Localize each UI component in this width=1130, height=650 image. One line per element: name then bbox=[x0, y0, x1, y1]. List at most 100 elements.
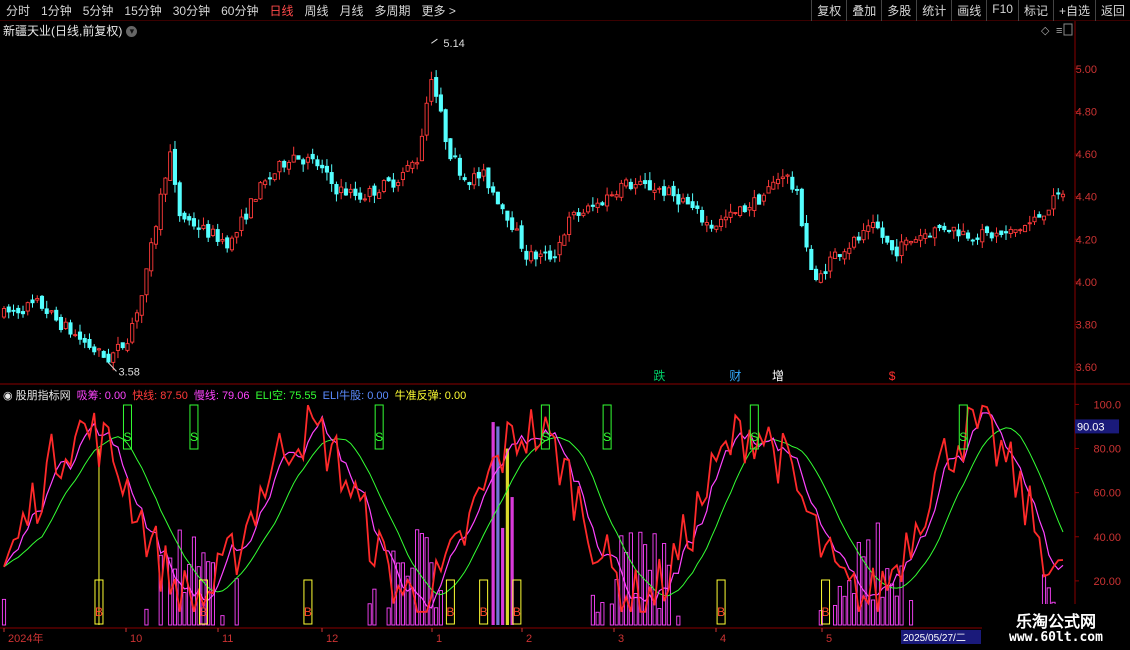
candle-body-29 bbox=[139, 295, 144, 316]
candle-51 bbox=[244, 207, 249, 225]
candle-190 bbox=[904, 237, 909, 251]
indicator-series-label-5: 牛准反弹: 0.00 bbox=[394, 390, 467, 402]
min-marker bbox=[108, 362, 117, 372]
candle-body-146 bbox=[695, 205, 700, 209]
candle-122 bbox=[581, 208, 586, 218]
candle-body-101 bbox=[481, 169, 486, 177]
candle-body-19 bbox=[92, 346, 97, 353]
candle-body-173 bbox=[823, 271, 828, 274]
candle-125 bbox=[595, 198, 600, 213]
candle-body-215 bbox=[1022, 225, 1028, 233]
candle-138 bbox=[657, 186, 662, 194]
stock-title[interactable]: 新疆天业(日线,前复权) ▾ bbox=[3, 22, 138, 39]
accumulation-bar-78 bbox=[372, 588, 377, 626]
candle-56 bbox=[267, 172, 272, 186]
candle-body-22 bbox=[106, 353, 111, 363]
candle-187 bbox=[889, 240, 895, 255]
chevron-down-icon[interactable]: ▾ bbox=[126, 26, 138, 38]
candle-body-203 bbox=[965, 232, 971, 239]
candle-192 bbox=[913, 236, 918, 243]
candle-body-210 bbox=[999, 230, 1004, 235]
candle-body-66 bbox=[315, 159, 320, 167]
candle-205 bbox=[975, 233, 980, 245]
candle-body-204 bbox=[970, 239, 975, 242]
candle-10 bbox=[49, 310, 54, 315]
candle-body-17 bbox=[82, 337, 87, 343]
accumulation-bar-182 bbox=[866, 539, 871, 626]
indicator-tick-label-3: 40.00 bbox=[1093, 532, 1121, 544]
candle-176 bbox=[837, 254, 842, 261]
candle-145 bbox=[690, 193, 695, 211]
candle-103 bbox=[491, 182, 496, 196]
candle-116 bbox=[552, 249, 557, 263]
candle-175 bbox=[833, 248, 838, 259]
candle-body-144 bbox=[685, 196, 690, 205]
candle-93 bbox=[443, 108, 448, 150]
candle-104 bbox=[495, 191, 500, 205]
candle-body-63 bbox=[301, 159, 306, 165]
candle-130 bbox=[619, 179, 624, 202]
date-highlight: 2025/05/27/二 bbox=[903, 633, 966, 644]
candle-body-113 bbox=[538, 253, 543, 257]
candle-64 bbox=[305, 153, 310, 170]
accumulation-bar-178 bbox=[847, 580, 852, 626]
accumulation-bar-81 bbox=[386, 607, 391, 626]
candle-body-182 bbox=[866, 225, 871, 232]
candle-body-174 bbox=[828, 256, 833, 272]
candle-167 bbox=[795, 185, 800, 195]
candle-body-69 bbox=[329, 172, 334, 185]
candle-body-79 bbox=[377, 192, 382, 199]
candle-94 bbox=[448, 138, 453, 161]
candle-29 bbox=[139, 295, 144, 324]
candle-body-78 bbox=[372, 185, 377, 196]
accumulation-bar-185 bbox=[880, 596, 885, 626]
candle-body-0 bbox=[1, 308, 7, 318]
date-tick-label-7: 4 bbox=[720, 633, 726, 645]
candle-body-116 bbox=[552, 256, 557, 259]
candle-154 bbox=[733, 212, 738, 216]
candle-153 bbox=[728, 203, 733, 223]
candle-body-216 bbox=[1027, 222, 1032, 225]
candle-body-91 bbox=[434, 77, 439, 97]
accumulation-bar-188 bbox=[894, 595, 899, 626]
candle-body-126 bbox=[600, 202, 605, 206]
indicator-tick-label-1: 80.00 bbox=[1093, 444, 1121, 456]
date-tick-label-6: 3 bbox=[618, 633, 624, 645]
price-tick-label-2: 4.60 bbox=[1076, 149, 1097, 161]
date-tick-label-8: 5 bbox=[826, 633, 832, 645]
candle-body-70 bbox=[334, 184, 339, 195]
candle-191 bbox=[908, 240, 914, 246]
candle-113 bbox=[538, 249, 543, 264]
candle-body-127 bbox=[605, 194, 610, 207]
candle-body-9 bbox=[44, 308, 49, 314]
accumulation-bar-91 bbox=[434, 607, 439, 626]
candle-body-118 bbox=[562, 234, 567, 246]
candle-179 bbox=[851, 235, 857, 250]
candle-body-214 bbox=[1018, 229, 1023, 232]
candle-body-110 bbox=[524, 250, 529, 260]
candle-221 bbox=[1051, 188, 1056, 216]
candle-body-96 bbox=[457, 157, 462, 176]
accumulation-bar-187 bbox=[889, 583, 895, 626]
candle-119 bbox=[567, 211, 572, 242]
candle-25 bbox=[120, 342, 125, 350]
candle-159 bbox=[757, 193, 762, 205]
date-tick-label-4: 1 bbox=[436, 633, 442, 645]
candle-body-119 bbox=[567, 216, 572, 235]
candle-body-18 bbox=[87, 338, 92, 348]
candle-139 bbox=[662, 179, 667, 202]
candle-body-198 bbox=[942, 225, 947, 231]
candle-97 bbox=[462, 173, 467, 182]
candle-36 bbox=[172, 140, 178, 193]
candle-137 bbox=[652, 182, 657, 201]
event-label-3: $ bbox=[889, 369, 896, 383]
candle-217 bbox=[1032, 210, 1037, 225]
candle-88 bbox=[419, 128, 424, 162]
accumulation-bar-183 bbox=[870, 599, 876, 626]
price-tick-label-0: 5.00 bbox=[1076, 64, 1097, 76]
candle-body-40 bbox=[191, 218, 197, 227]
candle-31 bbox=[149, 237, 154, 277]
chart-canvas[interactable]: 5.14 3.58 跌 财 增 $ 5.00 4.80 4.60 4.40 4.20 4.00 3.8… bbox=[0, 0, 1130, 650]
candle-body-38 bbox=[182, 212, 187, 220]
stock-title-text: 新疆天业(日线,前复权) bbox=[3, 24, 123, 38]
